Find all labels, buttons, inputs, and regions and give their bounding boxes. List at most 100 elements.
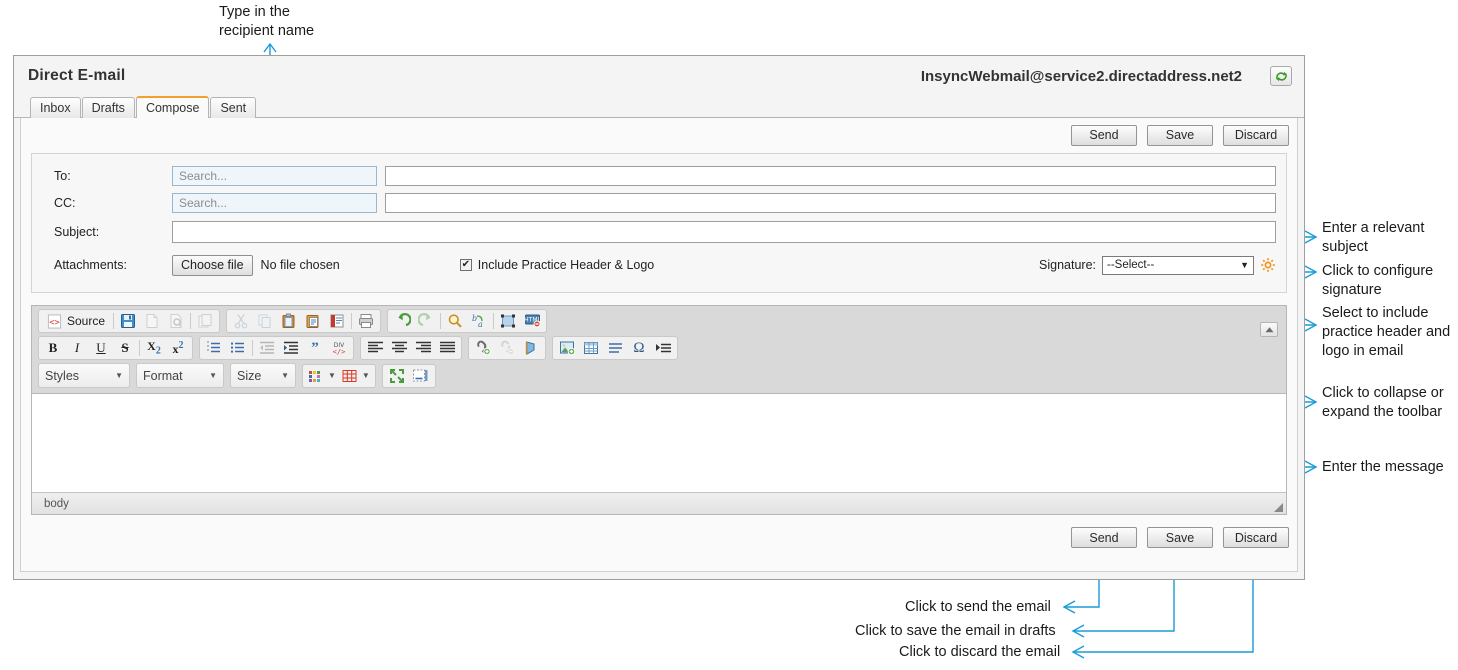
anchor-icon-button[interactable]	[519, 338, 543, 359]
indent-icon-button[interactable]	[279, 338, 303, 359]
save-button-bottom[interactable]: Save	[1147, 527, 1213, 548]
toolbar-separator	[139, 340, 140, 356]
cc-value-input[interactable]	[385, 192, 1276, 213]
horizontal-rule-icon-button[interactable]	[603, 338, 627, 359]
anchor-icon	[525, 341, 535, 355]
align-right-icon-button[interactable]	[411, 338, 435, 359]
preview-icon	[170, 314, 182, 328]
paste-word-icon-button[interactable]	[325, 311, 349, 332]
find-icon-button[interactable]	[443, 311, 467, 332]
tab-drafts[interactable]: Drafts	[81, 97, 135, 118]
copy-icon-button[interactable]	[253, 311, 277, 332]
indent-icon	[284, 341, 298, 354]
include-practice-header-group[interactable]: ✔ Include Practice Header & Logo	[459, 258, 654, 272]
choose-file-button[interactable]: Choose file	[172, 254, 253, 276]
underline-icon-button[interactable]: U	[89, 338, 113, 359]
div-container-icon: DIV </>	[333, 342, 346, 356]
action-bar-top: Send Save Discard	[21, 118, 1297, 148]
save-icon-button[interactable]	[116, 311, 140, 332]
redo-icon-button[interactable]	[414, 311, 438, 332]
chevron-down-icon: ▼	[209, 371, 217, 380]
align-center-icon	[391, 341, 407, 353]
image-icon-button[interactable]	[555, 338, 579, 359]
print-icon-button[interactable]	[354, 311, 378, 332]
templates-icon-button[interactable]	[193, 311, 217, 332]
align-justify-icon-button[interactable]	[435, 338, 459, 359]
message-body-editor[interactable]	[32, 393, 1286, 493]
align-left-icon-button[interactable]	[363, 338, 387, 359]
numbered-list-icon	[207, 341, 220, 353]
bold-icon-button[interactable]: B	[41, 338, 65, 359]
print-icon	[359, 314, 374, 328]
special-char-icon-button[interactable]: Ω	[627, 338, 651, 359]
page-break-icon-button[interactable]	[651, 338, 675, 359]
div-container-icon-button[interactable]: DIV </>	[327, 338, 351, 359]
undo-icon-button[interactable]	[390, 311, 414, 332]
toolbar-collapse-button[interactable]	[1260, 322, 1278, 337]
tab-compose[interactable]: Compose	[135, 96, 210, 118]
tab-sent[interactable]: Sent	[210, 97, 257, 118]
to-value-input[interactable]	[385, 165, 1276, 186]
outdent-icon-button[interactable]	[255, 338, 279, 359]
new-page-icon-button[interactable]	[140, 311, 164, 332]
subscript-icon-button[interactable]: X2	[142, 338, 166, 359]
undo-icon	[397, 313, 411, 327]
discard-button-top[interactable]: Discard	[1223, 124, 1289, 146]
bold-icon: B	[48, 340, 58, 355]
subject-input[interactable]	[172, 221, 1276, 243]
strikethrough-icon-button[interactable]: S	[113, 338, 137, 359]
toolbar-row-2: B I U S X2 x2 ” DIV </> Ω	[32, 333, 1286, 360]
callout-arrow-discard	[1071, 645, 1085, 659]
paste-icon-button[interactable]	[277, 311, 301, 332]
cut-icon-button[interactable]	[229, 311, 253, 332]
include-practice-header-checkbox[interactable]: ✔	[459, 259, 472, 271]
table-icon-button[interactable]	[579, 338, 603, 359]
superscript-icon-button[interactable]: x2	[166, 338, 190, 359]
action-bar-bottom: Send Save Discard	[21, 515, 1297, 548]
to-search-input[interactable]	[172, 165, 377, 186]
background-color-icon	[342, 369, 357, 382]
cut-icon	[234, 314, 248, 329]
italic-icon-button[interactable]: I	[65, 338, 89, 359]
replace-icon-button[interactable]: b a	[467, 311, 491, 332]
svg-text:b: b	[472, 314, 477, 323]
remove-format-icon: HTML	[524, 314, 541, 328]
cc-search-input[interactable]	[172, 192, 377, 213]
toolbar-group-basicstyles: B I U S X2 x2	[38, 336, 193, 360]
signature-select[interactable]: --Select-- ▼	[1102, 255, 1254, 275]
size-dropdown[interactable]: Size ▼	[230, 363, 296, 388]
maximize-icon-button[interactable]	[385, 365, 409, 386]
background-color-button[interactable]: ▼	[339, 365, 373, 386]
svg-text:a: a	[478, 320, 483, 329]
align-center-icon-button[interactable]	[387, 338, 411, 359]
callout-arrow-send	[1062, 600, 1076, 614]
select-all-icon-button[interactable]	[496, 311, 520, 332]
text-color-button[interactable]: ▼	[305, 365, 339, 386]
toolbar-row-3: Styles ▼ Format ▼ Size ▼ ▼ ▼	[32, 360, 1286, 393]
subject-callout: Enter a relevant subject	[1322, 220, 1425, 255]
discard-button-bottom[interactable]: Discard	[1223, 527, 1289, 548]
refresh-button[interactable]	[1270, 66, 1292, 86]
send-button-bottom[interactable]: Send	[1071, 527, 1137, 548]
show-blocks-icon-button[interactable]	[409, 365, 433, 386]
bulleted-list-icon-button[interactable]	[226, 338, 250, 359]
cc-label: CC:	[54, 195, 76, 210]
source-button[interactable]: <> Source	[41, 311, 111, 332]
save-button-top[interactable]: Save	[1147, 124, 1213, 146]
numbered-list-icon-button[interactable]	[202, 338, 226, 359]
align-right-icon	[415, 341, 431, 353]
tab-sent-label: Sent	[220, 101, 247, 115]
send-button-top[interactable]: Send	[1071, 124, 1137, 146]
remove-format-icon-button[interactable]: HTML	[520, 311, 544, 332]
unlink-icon-button[interactable]	[495, 338, 519, 359]
link-icon-button[interactable]	[471, 338, 495, 359]
paste-text-icon-button[interactable]	[301, 311, 325, 332]
resize-grip[interactable]	[1274, 503, 1283, 512]
gear-icon[interactable]	[1260, 257, 1276, 273]
blockquote-icon-button[interactable]: ”	[303, 338, 327, 359]
format-dropdown[interactable]: Format ▼	[136, 363, 224, 388]
preview-icon-button[interactable]	[164, 311, 188, 332]
toolbar-group-clipboard	[226, 309, 382, 333]
tab-inbox[interactable]: Inbox	[30, 97, 81, 118]
styles-dropdown[interactable]: Styles ▼	[38, 363, 130, 388]
